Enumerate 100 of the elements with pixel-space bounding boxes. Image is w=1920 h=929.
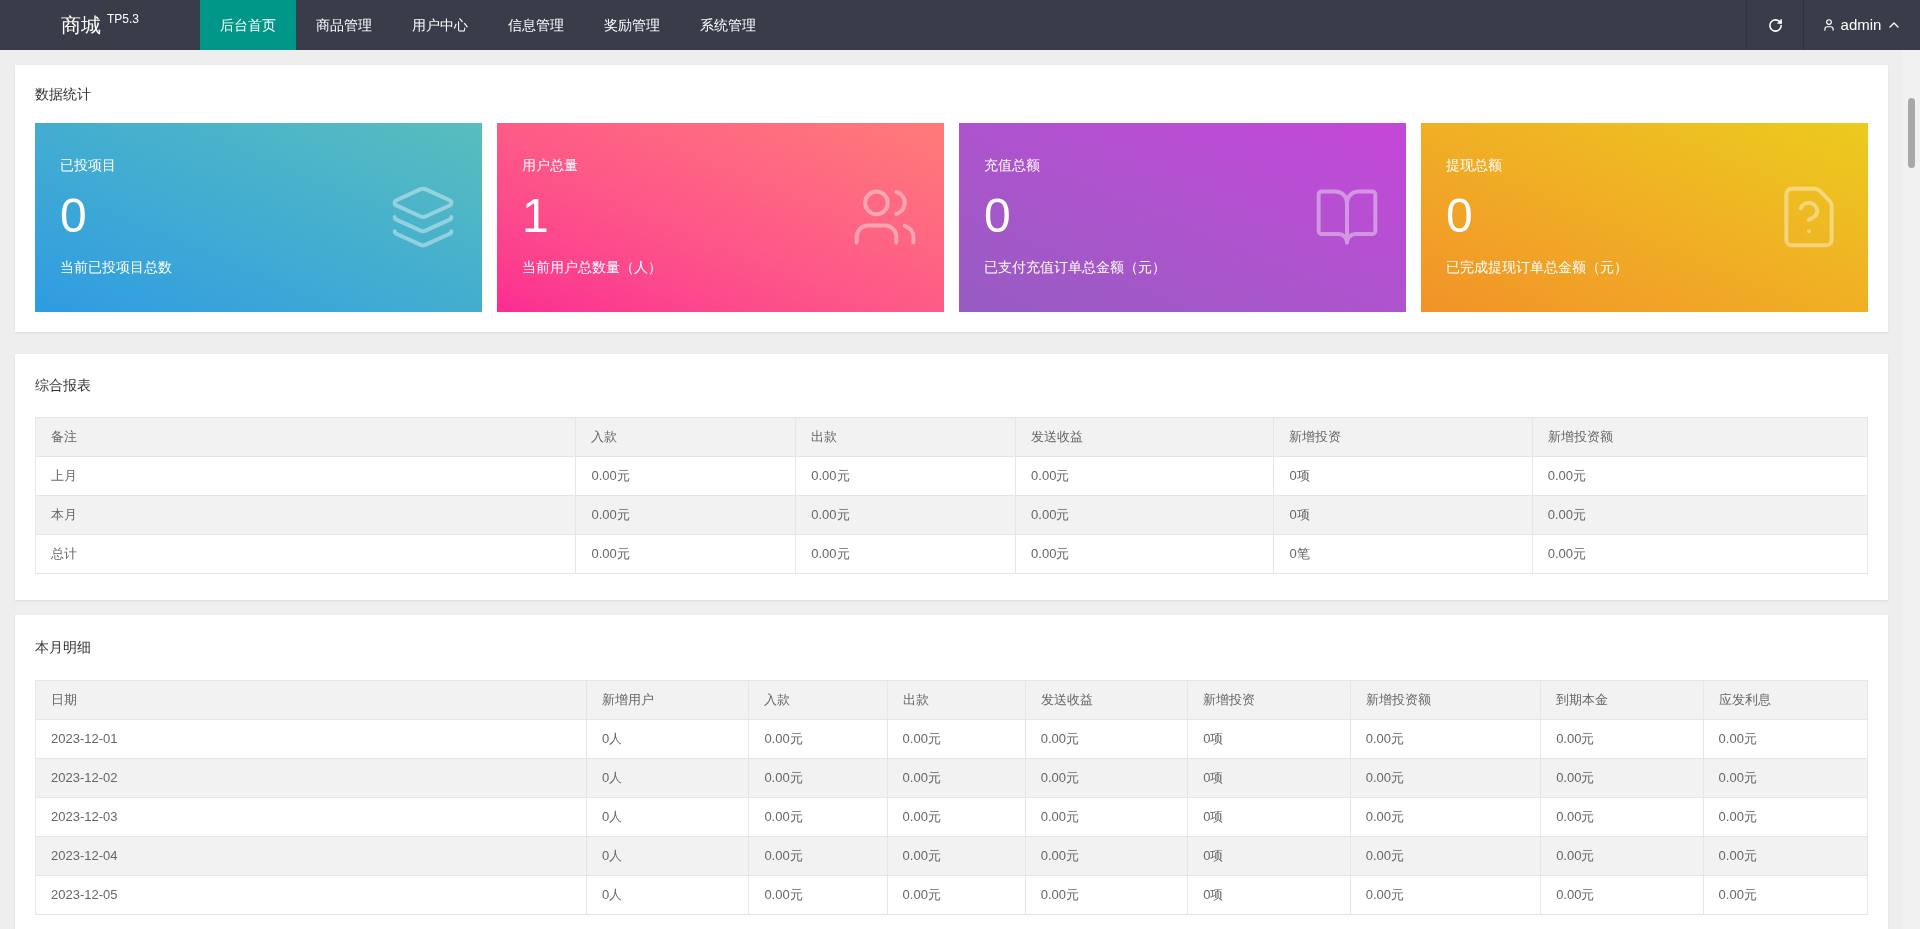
table-cell: 0.00元 xyxy=(1703,797,1868,837)
table-cell: 0.00元 xyxy=(1025,797,1188,837)
table-cell: 0.00元 xyxy=(748,719,888,759)
table-cell: 0人 xyxy=(586,836,749,876)
nav-tab[interactable]: 后台首页 xyxy=(200,0,296,50)
table-cell: 0.00元 xyxy=(1350,797,1541,837)
logo-text: 商城 xyxy=(61,13,101,38)
table-cell: 0项 xyxy=(1187,758,1351,798)
column-header: 发送收益 xyxy=(1025,680,1188,720)
table-cell: 0.00元 xyxy=(1350,719,1541,759)
table-cell: 0.00元 xyxy=(1540,797,1704,837)
table-cell: 0笔 xyxy=(1273,534,1533,574)
table-cell: 0.00元 xyxy=(748,875,888,915)
table-cell: 0项 xyxy=(1273,456,1533,496)
table-cell: 0人 xyxy=(586,797,749,837)
table-cell: 2023-12-05 xyxy=(35,875,587,915)
table-cell: 0项 xyxy=(1187,719,1351,759)
table-cell: 0.00元 xyxy=(1025,875,1188,915)
column-header: 出款 xyxy=(887,680,1026,720)
table-cell: 2023-12-02 xyxy=(35,758,587,798)
table-cell: 2023-12-01 xyxy=(35,719,587,759)
table-cell: 0项 xyxy=(1187,875,1351,915)
stat-value: 0 xyxy=(984,192,1012,240)
table-cell: 0.00元 xyxy=(1540,758,1704,798)
table-cell: 0.00元 xyxy=(575,456,796,496)
table-cell: 0.00元 xyxy=(887,797,1026,837)
table-cell: 0.00元 xyxy=(748,836,888,876)
table-cell: 0.00元 xyxy=(1540,875,1704,915)
column-header: 新增投资额 xyxy=(1350,680,1541,720)
table-cell: 0.00元 xyxy=(575,495,796,535)
table-cell: 0.00元 xyxy=(1025,758,1188,798)
table-cell: 本月 xyxy=(35,495,576,535)
stat-label: 已投项目 xyxy=(60,156,117,175)
nav-tab[interactable]: 商品管理 xyxy=(296,0,392,50)
table-cell: 0人 xyxy=(586,758,749,798)
stat-caption: 已支付充值订单总金额（元） xyxy=(984,258,1166,277)
table-cell: 0项 xyxy=(1273,495,1533,535)
table-cell: 0.00元 xyxy=(1540,836,1704,876)
table-cell: 0.00元 xyxy=(1703,758,1868,798)
column-header: 新增用户 xyxy=(586,680,749,720)
table-cell: 0.00元 xyxy=(887,719,1026,759)
table-cell: 0.00元 xyxy=(1703,719,1868,759)
stat-value: 0 xyxy=(60,192,88,240)
table-cell: 0.00元 xyxy=(1532,495,1868,535)
user-icon xyxy=(1821,18,1836,32)
table-cell: 0项 xyxy=(1187,797,1351,837)
stat-caption: 当前用户总数量（人） xyxy=(522,258,662,277)
table-cell: 0人 xyxy=(586,719,749,759)
table-cell: 0.00元 xyxy=(795,495,1016,535)
stat-value: 0 xyxy=(1446,192,1474,240)
nav-tab[interactable]: 信息管理 xyxy=(488,0,584,50)
column-header: 到期本金 xyxy=(1540,680,1704,720)
table-cell: 0.00元 xyxy=(1350,875,1541,915)
refresh-icon xyxy=(1767,17,1783,33)
table-cell: 总计 xyxy=(35,534,576,574)
nav-tab[interactable]: 用户中心 xyxy=(392,0,488,50)
table-cell: 0.00元 xyxy=(887,836,1026,876)
table-cell: 0.00元 xyxy=(1015,495,1274,535)
table-cell: 0.00元 xyxy=(1015,534,1274,574)
stat-label: 充值总额 xyxy=(984,156,1041,175)
column-header: 新增投资额 xyxy=(1532,417,1868,457)
table-cell: 2023-12-03 xyxy=(35,797,587,837)
column-header: 备注 xyxy=(35,417,576,457)
column-header: 应发利息 xyxy=(1703,680,1868,720)
table-cell: 0.00元 xyxy=(1532,534,1868,574)
table-cell: 0.00元 xyxy=(1025,836,1188,876)
table-cell: 0.00元 xyxy=(1350,758,1541,798)
table-cell: 0.00元 xyxy=(1025,719,1188,759)
column-header: 新增投资 xyxy=(1273,417,1533,457)
table-cell: 0.00元 xyxy=(1540,719,1704,759)
table-cell: 0.00元 xyxy=(1015,456,1274,496)
column-header: 出款 xyxy=(795,417,1016,457)
table-cell: 0.00元 xyxy=(1350,836,1541,876)
nav-tab[interactable]: 奖励管理 xyxy=(584,0,680,50)
column-header: 入款 xyxy=(748,680,888,720)
table-cell: 0.00元 xyxy=(1703,836,1868,876)
version-label: TP5.3 xyxy=(107,11,139,28)
stat-label: 用户总量 xyxy=(522,156,579,175)
table-cell: 0.00元 xyxy=(887,758,1026,798)
table-cell: 0.00元 xyxy=(1703,875,1868,915)
table-cell: 0.00元 xyxy=(795,456,1016,496)
card-title: 综合报表 xyxy=(35,376,92,395)
column-header: 日期 xyxy=(35,680,587,720)
table-cell: 0.00元 xyxy=(748,758,888,798)
nav-tab[interactable]: 系统管理 xyxy=(680,0,776,50)
column-header: 入款 xyxy=(575,417,796,457)
table-cell: 0项 xyxy=(1187,836,1351,876)
table-cell: 0.00元 xyxy=(887,875,1026,915)
table-cell: 0人 xyxy=(586,875,749,915)
stat-caption: 当前已投项目总数 xyxy=(60,258,172,277)
table-cell: 2023-12-04 xyxy=(35,836,587,876)
card-title: 数据统计 xyxy=(35,84,92,104)
stat-caption: 已完成提现订单总金额（元） xyxy=(1446,258,1628,277)
card-title: 本月明细 xyxy=(35,638,92,657)
table-cell: 0.00元 xyxy=(1532,456,1868,496)
stat-value: 1 xyxy=(522,192,550,240)
table-cell: 上月 xyxy=(35,456,576,496)
stat-label: 提现总额 xyxy=(1446,156,1503,175)
column-header: 发送收益 xyxy=(1015,417,1274,457)
table-cell: 0.00元 xyxy=(575,534,796,574)
